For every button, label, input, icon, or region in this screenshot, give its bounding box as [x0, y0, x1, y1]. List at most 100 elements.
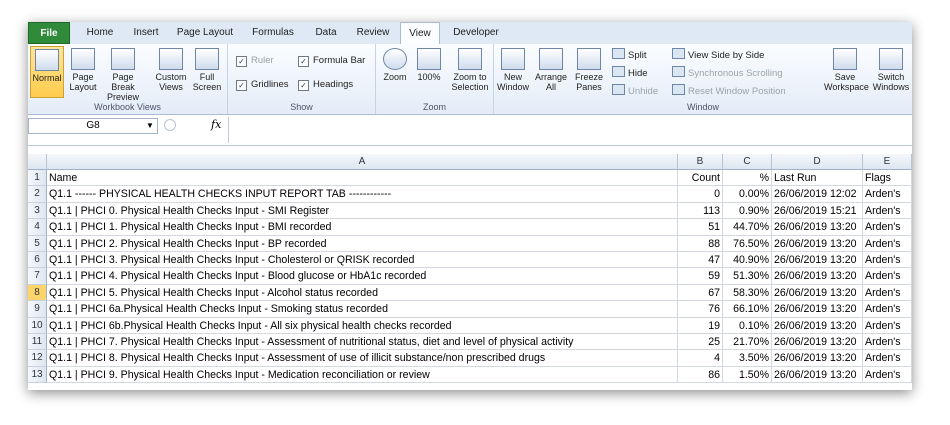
name-box[interactable]: G8: [28, 118, 158, 134]
row-header[interactable]: 5: [28, 235, 47, 252]
hide-button[interactable]: Hide: [612, 66, 648, 80]
cell-b[interactable]: 47: [678, 252, 723, 269]
cell-e[interactable]: Arden's: [863, 202, 912, 220]
cell-d[interactable]: 26/06/2019 13:20: [772, 301, 863, 318]
cell-d[interactable]: 26/06/2019 15:21: [772, 202, 863, 220]
cell-d[interactable]: 26/06/2019 13:20: [772, 219, 863, 236]
cell-c[interactable]: 76.50%: [723, 235, 772, 252]
cell-d[interactable]: 26/06/2019 13:20: [772, 284, 863, 302]
cell-b[interactable]: Count: [678, 170, 723, 187]
tab-page-layout[interactable]: Page Layout: [174, 22, 236, 44]
cell-e[interactable]: Arden's: [863, 317, 912, 334]
tab-file[interactable]: File: [28, 22, 70, 44]
row-header[interactable]: 13: [28, 366, 47, 384]
cell-a[interactable]: Q1.1 | PHCI 6a.Physical Health Checks In…: [47, 301, 678, 318]
normal-view-button[interactable]: Normal: [30, 46, 64, 98]
save-workspace-button[interactable]: Save Workspace: [824, 46, 869, 98]
view-side-by-side-button[interactable]: View Side by Side: [672, 48, 764, 62]
cell-b[interactable]: 25: [678, 334, 723, 351]
ruler-checkbox[interactable]: ✓ Ruler: [236, 54, 274, 68]
cell-b[interactable]: 76: [678, 301, 723, 318]
cell-d[interactable]: 26/06/2019 13:20: [772, 268, 863, 285]
column-header-c[interactable]: C: [723, 154, 772, 170]
cell-c[interactable]: 1.50%: [723, 366, 772, 384]
tab-review[interactable]: Review: [352, 22, 394, 44]
column-header-e[interactable]: E: [863, 154, 912, 170]
cell-c[interactable]: 0.00%: [723, 186, 772, 203]
cell-c[interactable]: 51.30%: [723, 268, 772, 285]
cell-a[interactable]: Q1.1 | PHCI 5. Physical Health Checks In…: [47, 284, 678, 302]
freeze-panes-button[interactable]: Freeze Panes: [570, 46, 608, 98]
row-header[interactable]: 7: [28, 268, 47, 285]
cell-d[interactable]: 26/06/2019 13:20: [772, 334, 863, 351]
row-header[interactable]: 9: [28, 301, 47, 318]
cell-b[interactable]: 51: [678, 219, 723, 236]
row-header[interactable]: 1: [28, 170, 47, 187]
cell-a[interactable]: Q1.1 | PHCI 2. Physical Health Checks In…: [47, 235, 678, 252]
cell-d[interactable]: 26/06/2019 13:20: [772, 366, 863, 384]
unhide-button[interactable]: Unhide: [612, 84, 658, 98]
row-header[interactable]: 6: [28, 252, 47, 269]
cell-a[interactable]: Q1.1 ------ PHYSICAL HEALTH CHECKS INPUT…: [47, 186, 678, 203]
tab-home[interactable]: Home: [80, 22, 120, 44]
select-all-corner[interactable]: [28, 154, 47, 170]
cell-a[interactable]: Q1.1 | PHCI 0. Physical Health Checks In…: [47, 202, 678, 220]
cell-e[interactable]: Arden's: [863, 301, 912, 318]
cell-b[interactable]: 19: [678, 317, 723, 334]
row-header[interactable]: 8: [28, 284, 47, 302]
tab-formulas[interactable]: Formulas: [248, 22, 298, 44]
gridlines-checkbox[interactable]: ✓ Gridlines: [236, 78, 289, 92]
row-header[interactable]: 4: [28, 219, 47, 236]
cell-b[interactable]: 86: [678, 366, 723, 384]
cell-e[interactable]: Arden's: [863, 219, 912, 236]
page-layout-view-button[interactable]: Page Layout: [66, 46, 100, 98]
cell-e[interactable]: Arden's: [863, 252, 912, 269]
cell-e[interactable]: Arden's: [863, 284, 912, 302]
cell-e[interactable]: Arden's: [863, 334, 912, 351]
insert-function-icon[interactable]: fx: [211, 118, 221, 131]
tab-data[interactable]: Data: [310, 22, 342, 44]
page-break-preview-button[interactable]: Page Break Preview: [100, 46, 146, 102]
cell-e[interactable]: Arden's: [863, 235, 912, 252]
tab-insert[interactable]: Insert: [126, 22, 166, 44]
cell-a[interactable]: Q1.1 | PHCI 9. Physical Health Checks In…: [47, 366, 678, 384]
cell-a[interactable]: Q1.1 | PHCI 3. Physical Health Checks In…: [47, 252, 678, 269]
row-header[interactable]: 2: [28, 186, 47, 203]
chevron-down-icon[interactable]: ▼: [146, 118, 154, 134]
cell-d[interactable]: 26/06/2019 13:20: [772, 350, 863, 367]
cell-d[interactable]: 26/06/2019 13:20: [772, 317, 863, 334]
cell-c[interactable]: 44.70%: [723, 219, 772, 236]
tab-developer[interactable]: Developer: [448, 22, 504, 44]
column-header-d[interactable]: D: [772, 154, 863, 170]
cell-d[interactable]: 26/06/2019 12:02: [772, 186, 863, 203]
cell-c[interactable]: 40.90%: [723, 252, 772, 269]
cell-d[interactable]: 26/06/2019 13:20: [772, 235, 863, 252]
row-header[interactable]: 11: [28, 334, 47, 351]
cell-c[interactable]: 21.70%: [723, 334, 772, 351]
cell-c[interactable]: 0.90%: [723, 202, 772, 220]
new-window-button[interactable]: New Window: [496, 46, 530, 98]
cell-e[interactable]: Flags: [863, 170, 912, 187]
cell-c[interactable]: 66.10%: [723, 301, 772, 318]
cancel-entry-icon[interactable]: [164, 119, 176, 131]
reset-window-position-button[interactable]: Reset Window Position: [672, 84, 786, 98]
cell-e[interactable]: Arden's: [863, 268, 912, 285]
cell-b[interactable]: 88: [678, 235, 723, 252]
cell-a[interactable]: Name: [47, 170, 678, 187]
tab-view[interactable]: View: [400, 22, 440, 45]
switch-windows-button[interactable]: Switch Windows: [870, 46, 912, 98]
cell-b[interactable]: 67: [678, 284, 723, 302]
cell-c[interactable]: 3.50%: [723, 350, 772, 367]
formula-bar-checkbox[interactable]: ✓ Formula Bar: [298, 54, 365, 68]
cell-a[interactable]: Q1.1 | PHCI 1. Physical Health Checks In…: [47, 219, 678, 236]
formula-input[interactable]: [228, 117, 912, 143]
arrange-all-button[interactable]: Arrange All: [534, 46, 568, 98]
cell-a[interactable]: Q1.1 | PHCI 7. Physical Health Checks In…: [47, 334, 678, 351]
cell-a[interactable]: Q1.1 | PHCI 6b.Physical Health Checks In…: [47, 317, 678, 334]
zoom-button[interactable]: Zoom: [378, 46, 412, 98]
cell-d[interactable]: 26/06/2019 13:20: [772, 252, 863, 269]
cell-a[interactable]: Q1.1 | PHCI 4. Physical Health Checks In…: [47, 268, 678, 285]
full-screen-button[interactable]: Full Screen: [190, 46, 224, 98]
custom-views-button[interactable]: Custom Views: [154, 46, 188, 98]
cell-e[interactable]: Arden's: [863, 366, 912, 384]
